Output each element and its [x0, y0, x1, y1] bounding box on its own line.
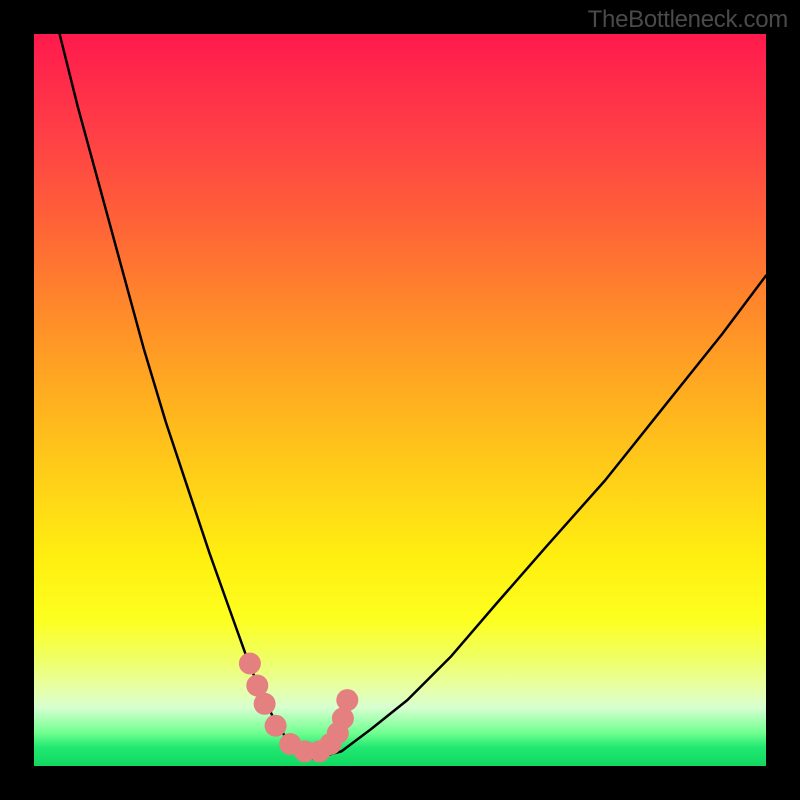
bottleneck-curve: [60, 34, 766, 759]
plot-area: [34, 34, 766, 766]
chart-svg: [34, 34, 766, 766]
highlight-dots: [239, 653, 358, 763]
watermark-text: TheBottleneck.com: [588, 6, 788, 34]
chart-frame: TheBottleneck.com: [0, 0, 800, 800]
